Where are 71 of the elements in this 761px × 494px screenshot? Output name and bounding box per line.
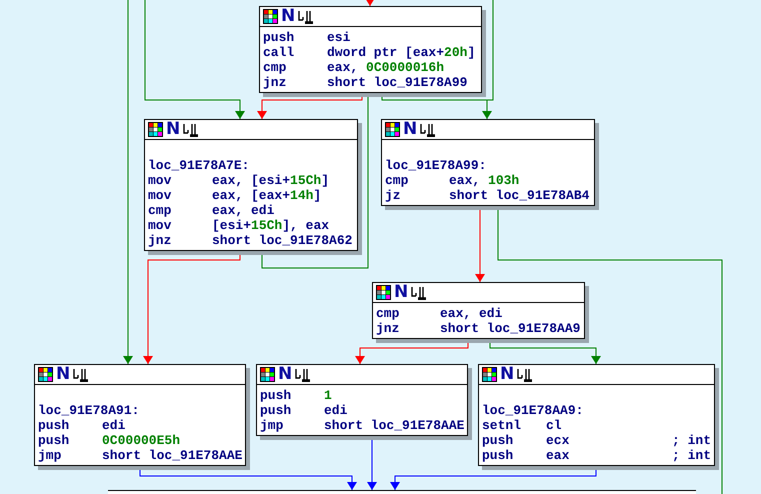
mnemonic: push: [482, 433, 514, 448]
mnemonic: push: [260, 388, 292, 403]
node-type-letter: N: [166, 121, 180, 138]
palette-icon[interactable]: [38, 367, 53, 382]
node-type-letter: N: [56, 366, 70, 383]
graph-icon[interactable]: [420, 122, 436, 137]
graph-icon[interactable]: [517, 367, 534, 382]
mnemonic: jz: [385, 188, 402, 203]
code-label: loc_91E78A91:: [38, 403, 140, 418]
mnemonic: jnz: [148, 233, 172, 248]
code-comment: ; int: [672, 433, 711, 448]
operands: 1: [324, 388, 333, 403]
mnemonic: mov: [148, 188, 172, 203]
graph-icon[interactable]: [295, 367, 312, 382]
node-type-letter: N: [281, 8, 296, 25]
operands: cl: [546, 418, 563, 433]
node-type-letter: N: [403, 121, 418, 138]
palette-icon[interactable]: [385, 122, 400, 137]
operands: eax, edi: [212, 203, 276, 218]
mnemonic: cmp: [263, 60, 288, 75]
operands: eax, [eax+14h]: [212, 188, 322, 203]
operands: [esi+15Ch], eax: [212, 218, 330, 233]
palette-icon[interactable]: [260, 367, 275, 382]
operands: short loc_91E78A62: [212, 233, 354, 248]
code-comment: ; int: [672, 448, 711, 463]
operands: short loc_91E78AAE: [102, 448, 242, 463]
mnemonic: push: [38, 433, 70, 448]
mnemonic: push: [38, 418, 70, 433]
operands: eax, 103h: [449, 173, 520, 188]
mnemonic: cmp: [385, 173, 410, 188]
operands: eax, [esi+15Ch]: [212, 173, 330, 188]
operands: short loc_91E78AB4: [449, 188, 590, 203]
mnemonic: cmp: [376, 306, 400, 321]
mnemonic: mov: [148, 173, 172, 188]
graph-icon[interactable]: [183, 122, 200, 137]
mnemonic: jmp: [260, 418, 284, 433]
graph-icon[interactable]: [298, 9, 314, 24]
operands: esi: [327, 30, 352, 45]
node-type-letter: N: [278, 366, 292, 383]
palette-icon[interactable]: [263, 9, 278, 24]
node-type-letter: N: [500, 366, 514, 383]
operands: ecx: [546, 433, 570, 448]
mnemonic: push: [260, 403, 292, 418]
graph-icon[interactable]: [73, 367, 90, 382]
mnemonic: call: [263, 45, 296, 60]
operands: short loc_91E78AAE: [324, 418, 464, 433]
mnemonic: push: [482, 448, 514, 463]
operands: eax, 0C0000016h: [327, 60, 446, 75]
mnemonic: jnz: [263, 75, 288, 90]
palette-icon[interactable]: [376, 285, 391, 300]
graph-icon[interactable]: [411, 285, 428, 300]
code-label: loc_91E78AA9:: [482, 403, 584, 418]
mnemonic: push: [263, 30, 296, 45]
operands: short loc_91E78A99: [327, 75, 468, 90]
mnemonic: mov: [148, 218, 172, 233]
operands: edi: [324, 403, 348, 418]
mnemonic: jmp: [38, 448, 62, 463]
palette-icon[interactable]: [148, 122, 163, 137]
operands: short loc_91E78AA9: [440, 321, 581, 336]
operands: edi: [102, 418, 126, 433]
mnemonic: jnz: [376, 321, 400, 336]
operands: eax: [546, 448, 570, 463]
operands: dword ptr [eax+20h]: [327, 45, 476, 60]
mnemonic: setnl: [482, 418, 522, 433]
node-type-letter: N: [394, 284, 408, 301]
code-label: loc_91E78A99:: [385, 158, 486, 173]
palette-icon[interactable]: [482, 367, 497, 382]
mnemonic: cmp: [148, 203, 172, 218]
code-label: loc_91E78A7E:: [148, 158, 250, 173]
operands: eax, edi: [440, 306, 504, 321]
operands: 0C00000E5h: [102, 433, 182, 448]
